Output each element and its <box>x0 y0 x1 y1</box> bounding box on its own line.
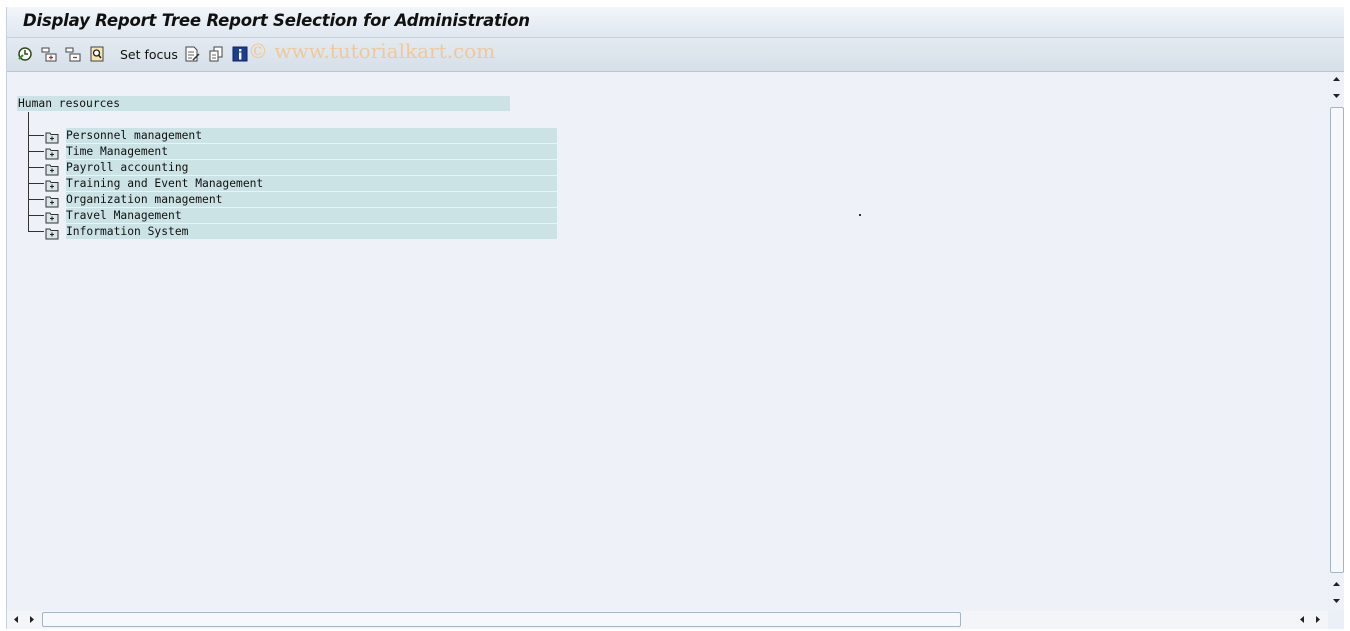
tree-branch-line <box>28 199 44 200</box>
scroll-right-end-button[interactable] <box>1311 612 1325 627</box>
tree-branch-line <box>28 151 44 152</box>
tree-node[interactable]: Training and Event Management <box>66 176 557 191</box>
scroll-top-button[interactable] <box>1329 72 1344 87</box>
arrow-left-icon <box>1300 616 1304 623</box>
info-icon <box>232 46 248 62</box>
scroll-bottom-button[interactable] <box>1329 593 1344 608</box>
report-tree-area: Human resources Personnel management Time… <box>7 72 1328 611</box>
folder-expand-icon[interactable] <box>45 193 59 208</box>
tree-node[interactable]: Information System <box>66 224 557 239</box>
tree-node[interactable]: Organization management <box>66 192 557 207</box>
tree-node[interactable]: Time Management <box>66 144 557 159</box>
scroll-left-end-button[interactable] <box>1295 612 1309 627</box>
variants-icon <box>209 46 223 62</box>
scroll-down-button[interactable] <box>1329 577 1344 592</box>
folder-expand-icon[interactable] <box>45 129 59 144</box>
folder-expand-icon[interactable] <box>45 225 59 240</box>
title-bar: Display Report Tree Report Selection for… <box>7 7 1344 38</box>
edit-document-button[interactable] <box>184 46 202 62</box>
tree-branch-line <box>28 135 44 136</box>
tree-connector-line <box>28 112 29 232</box>
cursor-dot <box>859 214 861 216</box>
arrow-up-icon <box>1333 582 1340 586</box>
find-button[interactable] <box>89 46 107 62</box>
collapse-subtree-icon <box>65 47 81 62</box>
vertical-scrollbar[interactable] <box>1329 72 1344 611</box>
scroll-up-button[interactable] <box>1329 88 1344 103</box>
arrow-right-icon <box>1316 616 1320 623</box>
horizontal-scroll-thumb[interactable] <box>42 612 961 627</box>
execute-clock-icon <box>18 47 32 61</box>
arrow-left-icon <box>14 616 18 623</box>
set-focus-button[interactable]: Set focus <box>120 47 178 62</box>
tree-node[interactable]: Payroll accounting <box>66 160 557 175</box>
tree-node[interactable]: Travel Management <box>66 208 557 223</box>
sap-window: Display Report Tree Report Selection for… <box>6 7 1344 629</box>
execute-button[interactable] <box>17 46 35 62</box>
tree-root-node[interactable]: Human resources <box>17 96 510 111</box>
expand-subtree-button[interactable] <box>41 46 59 62</box>
tree-branch-line <box>28 231 44 232</box>
scroll-left-button[interactable] <box>9 612 23 627</box>
collapse-subtree-button[interactable] <box>65 46 83 62</box>
arrow-down-icon <box>1333 599 1340 603</box>
variants-button[interactable] <box>208 46 226 62</box>
edit-document-icon <box>185 46 200 62</box>
folder-expand-icon[interactable] <box>45 145 59 160</box>
tree-branch-line <box>28 183 44 184</box>
arrow-up-icon <box>1333 77 1340 81</box>
arrow-right-icon <box>30 616 34 623</box>
application-toolbar: Set focus © www.tutorialkart.com <box>7 38 1344 72</box>
tree-node[interactable]: Personnel management <box>66 128 557 143</box>
horizontal-scrollbar[interactable] <box>7 611 1328 629</box>
vertical-scroll-thumb[interactable] <box>1330 107 1344 573</box>
tree-branch-line <box>28 167 44 168</box>
expand-subtree-icon <box>41 47 57 62</box>
watermark-text: © www.tutorialkart.com <box>248 39 496 63</box>
arrow-down-icon <box>1333 94 1340 98</box>
tree-branch-line <box>28 215 44 216</box>
find-icon <box>90 46 104 62</box>
folder-expand-icon[interactable] <box>45 177 59 192</box>
folder-expand-icon[interactable] <box>45 161 59 176</box>
scroll-right-button[interactable] <box>25 612 39 627</box>
page-title: Display Report Tree Report Selection for… <box>23 11 530 30</box>
folder-expand-icon[interactable] <box>45 209 59 224</box>
